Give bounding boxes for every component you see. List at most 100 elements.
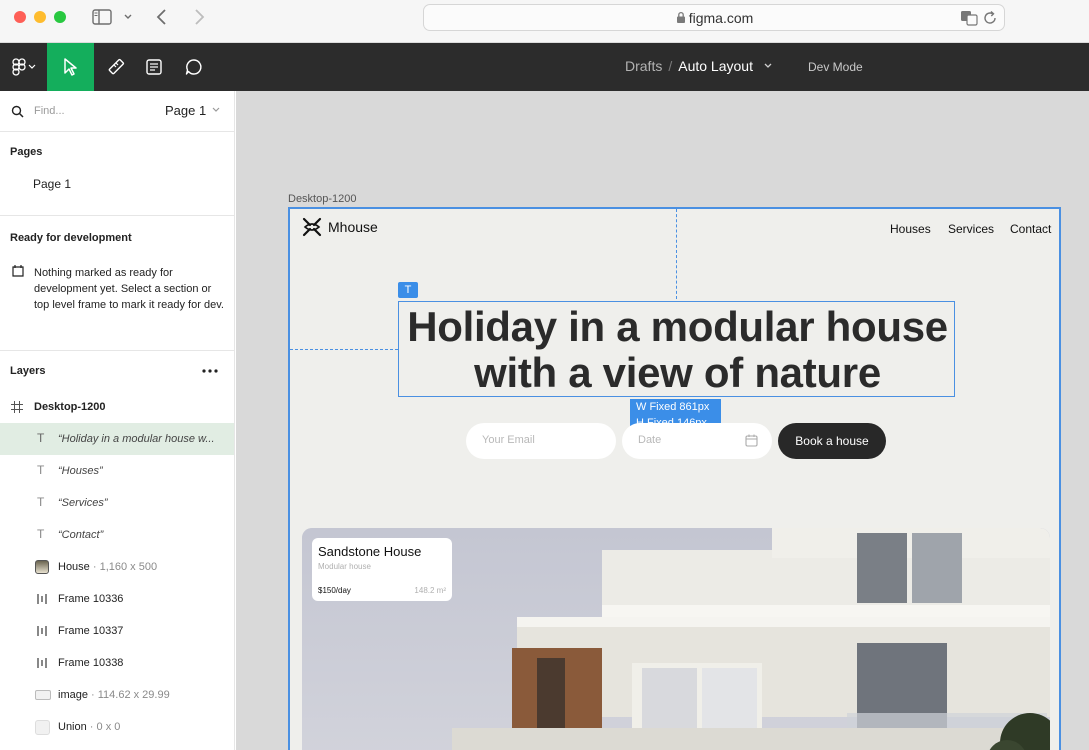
layer-title: Union: [58, 721, 87, 733]
desktop-frame[interactable]: Mhouse Houses Services Contact T Holiday…: [288, 207, 1061, 750]
house-price: $150/day: [318, 586, 351, 595]
design-canvas[interactable]: Desktop-1200 Mhouse Houses Services Cont…: [236, 91, 1089, 750]
search-icon: [11, 105, 24, 118]
move-tool-button[interactable]: [47, 43, 94, 91]
layer-contact-text[interactable]: T “Contact”: [0, 519, 234, 551]
dev-ready-icon: [12, 265, 24, 277]
layer-title: image: [58, 689, 88, 701]
chevron-down-icon[interactable]: [122, 8, 134, 26]
layer-name: “Contact”: [58, 529, 104, 541]
layer-frame-10338[interactable]: Frame 10338: [0, 647, 234, 679]
layer-services-text[interactable]: T “Services”: [0, 487, 234, 519]
nav-houses[interactable]: Houses: [890, 222, 931, 236]
layer-name: “Holiday in a modular house w...: [58, 433, 215, 445]
spacing-guide-horizontal: [290, 349, 398, 350]
layer-name: image · 114.62 x 29.99: [58, 689, 228, 701]
address-bar[interactable]: figma.com: [423, 4, 1005, 31]
spacing-guide-vertical: [676, 209, 677, 299]
layer-houses-text[interactable]: T “Houses”: [0, 455, 234, 487]
figma-logo-icon: [11, 58, 35, 76]
layer-name: Frame 10336: [58, 593, 124, 605]
layers-title: Layers: [10, 365, 46, 377]
layer-name: Frame 10338: [58, 657, 124, 669]
headline-line-2: with a view of nature: [474, 349, 881, 396]
breadcrumb: Drafts / Auto Layout: [625, 58, 775, 74]
layer-dimensions: · 114.62 x 29.99: [87, 689, 170, 701]
auto-layout-icon: [37, 658, 47, 668]
chevron-down-icon[interactable]: [761, 61, 775, 71]
divider: [0, 131, 234, 132]
file-name[interactable]: Auto Layout: [678, 58, 753, 74]
headline[interactable]: Holiday in a modular house with a view o…: [399, 304, 956, 396]
url-text: figma.com: [688, 10, 754, 26]
minimize-window-button[interactable]: [34, 11, 46, 23]
close-window-button[interactable]: [14, 11, 26, 23]
layer-desktop-1200[interactable]: Desktop-1200: [0, 391, 234, 423]
ruler-icon: [108, 58, 124, 75]
breadcrumb-separator: /: [668, 58, 673, 74]
frame-icon: [11, 401, 23, 413]
frame-label[interactable]: Desktop-1200: [288, 193, 357, 205]
figma-toolbar: Drafts / Auto Layout Dev Mode: [0, 43, 1089, 91]
auto-layout-icon: [37, 594, 47, 604]
selection-width: W Fixed 861px: [636, 401, 710, 413]
back-arrow-icon[interactable]: [155, 8, 169, 26]
house-info-card[interactable]: Sandstone House Modular house $150/day 1…: [312, 538, 452, 601]
layer-title: House: [58, 561, 90, 573]
layer-name: Frame 10337: [58, 625, 124, 637]
text-layer-icon: T: [37, 527, 45, 541]
book-a-house-button[interactable]: Book a house: [778, 423, 886, 459]
calendar-icon[interactable]: [745, 434, 758, 447]
reload-icon[interactable]: [982, 10, 998, 26]
house-hero-image[interactable]: Sandstone House Modular house $150/day 1…: [302, 528, 1050, 750]
layer-name: Union · 0 x 0: [58, 721, 228, 733]
pages-title: Pages: [10, 146, 43, 158]
page-item[interactable]: Page 1: [33, 177, 71, 191]
divider: [0, 215, 234, 216]
text-type-badge: T: [398, 282, 418, 298]
layer-house-image[interactable]: House · 1,160 x 500: [0, 551, 234, 583]
layer-dimensions: · 0 x 0: [86, 721, 121, 733]
email-input[interactable]: Your Email: [466, 423, 616, 459]
layer-frame-10337[interactable]: Frame 10337: [0, 615, 234, 647]
site-logo[interactable]: Mhouse: [302, 217, 378, 237]
layer-frame-10336[interactable]: Frame 10336: [0, 583, 234, 615]
layer-image[interactable]: image · 114.62 x 29.99: [0, 679, 234, 711]
comment-tool-button[interactable]: [170, 43, 217, 91]
main-menu-button[interactable]: [0, 43, 47, 91]
nav-services[interactable]: Services: [948, 222, 994, 236]
date-input[interactable]: Date: [622, 423, 772, 459]
layer-name: House · 1,160 x 500: [58, 561, 228, 573]
more-options-icon[interactable]: [201, 368, 219, 374]
maximize-window-button[interactable]: [54, 11, 66, 23]
text-layer-icon: T: [37, 463, 45, 477]
date-placeholder: Date: [638, 434, 662, 446]
cursor-icon: [63, 58, 77, 76]
layer-name: “Services”: [58, 497, 108, 509]
layer-headline-text[interactable]: T “Holiday in a modular house w...: [0, 423, 234, 455]
mhouse-logo-icon: [302, 217, 322, 237]
house-name: Sandstone House: [318, 544, 422, 559]
comment-icon: [185, 59, 202, 75]
headline-selection[interactable]: Holiday in a modular house with a view o…: [398, 301, 955, 397]
divider: [0, 350, 234, 351]
translate-icon[interactable]: [960, 10, 978, 26]
breadcrumb-drafts[interactable]: Drafts: [625, 58, 662, 74]
browser-chrome: figma.com: [0, 0, 1089, 43]
layer-union[interactable]: Union · 0 x 0: [0, 711, 234, 743]
chevron-down-icon: [212, 107, 220, 112]
sidebar-toggle-icon[interactable]: [92, 8, 112, 26]
forward-arrow-icon[interactable]: [192, 8, 206, 26]
logo-text: Mhouse: [328, 219, 378, 235]
image-layer-icon: [35, 690, 51, 700]
headline-line-1: Holiday in a modular house: [407, 303, 948, 350]
find-input[interactable]: Find...: [34, 105, 65, 117]
layer-name: Desktop-1200: [34, 401, 106, 413]
nav-contact[interactable]: Contact: [1010, 222, 1051, 236]
text-layer-icon: T: [37, 431, 45, 445]
page-selector[interactable]: Page 1: [165, 103, 222, 118]
ready-for-development-title: Ready for development: [10, 232, 132, 244]
dev-mode-label[interactable]: Dev Mode: [808, 60, 863, 74]
auto-layout-icon: [37, 626, 47, 636]
house-area: 148.2 m²: [414, 586, 446, 595]
